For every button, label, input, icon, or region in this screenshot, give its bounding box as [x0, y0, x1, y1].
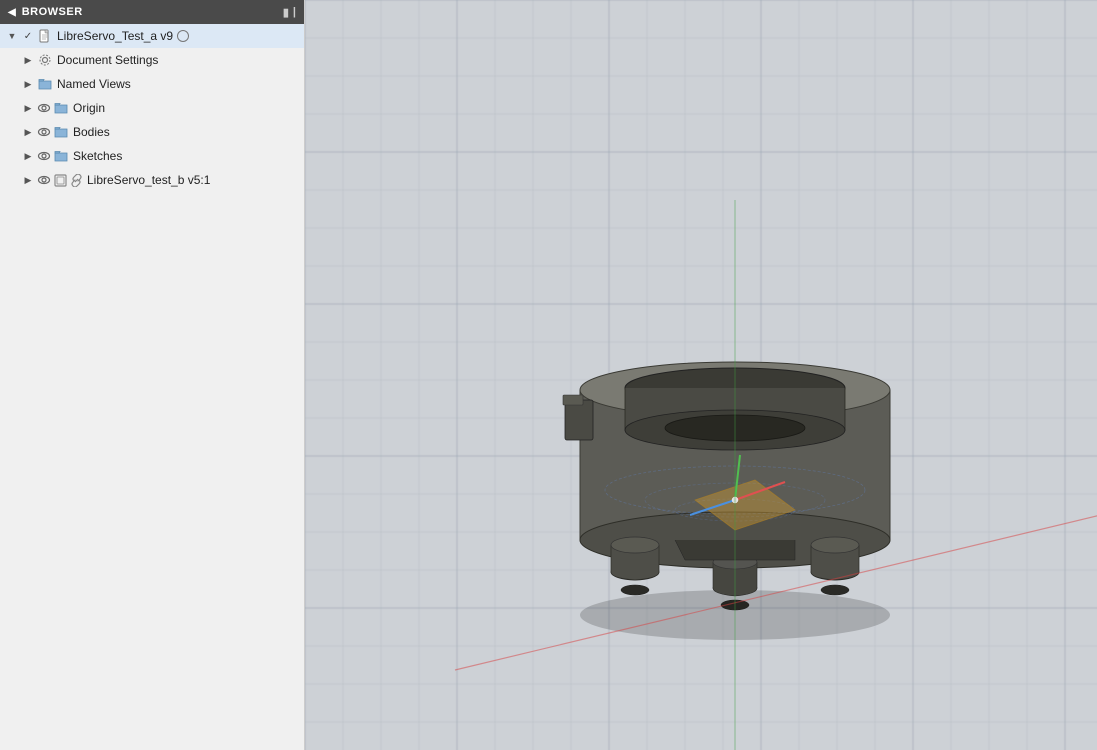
- expand-arrow-sketches[interactable]: [20, 148, 36, 164]
- scene-svg: [305, 0, 1097, 750]
- browser-label: BROWSER: [22, 6, 83, 18]
- circle-icon: [177, 30, 189, 42]
- expand-arrow-root[interactable]: [4, 28, 20, 44]
- expand-arrow-doc[interactable]: [20, 52, 36, 68]
- file-icon: [36, 28, 54, 44]
- sidebar: ◀ BROWSER ▮ | ✓ LibreServo_Test_a v9: [0, 0, 305, 750]
- expand-arrow-bodies[interactable]: [20, 124, 36, 140]
- side-notch-left: [565, 400, 593, 440]
- named-views-folder-icon: [36, 76, 54, 92]
- libreservo-b-label: LibreServo_test_b v5:1: [87, 173, 210, 187]
- tree-item-bodies[interactable]: Bodies: [0, 120, 304, 144]
- expand-arrow-libreservo-b[interactable]: [20, 172, 36, 188]
- bodies-label: Bodies: [73, 125, 110, 139]
- expand-arrow-named-views[interactable]: [20, 76, 36, 92]
- tree-item-origin[interactable]: Origin: [0, 96, 304, 120]
- eye-icon-libreservo-b[interactable]: [36, 172, 52, 188]
- tree-item-root[interactable]: ✓ LibreServo_Test_a v9: [0, 24, 304, 48]
- tree-item-sketches[interactable]: Sketches: [0, 144, 304, 168]
- bodies-folder-icon: [52, 124, 70, 140]
- sidebar-pin-icon[interactable]: ▮: [283, 6, 289, 19]
- sidebar-expand-icon[interactable]: |: [293, 6, 296, 18]
- origin-folder-icon: [52, 100, 70, 116]
- eye-icon-origin[interactable]: [36, 100, 52, 116]
- foot-1-top: [611, 537, 659, 553]
- small-foot-2: [821, 585, 849, 595]
- named-views-label: Named Views: [57, 77, 131, 91]
- viewport[interactable]: // Draw grid on canvas const canvas = do…: [305, 0, 1097, 750]
- small-foot-1: [621, 585, 649, 595]
- tree-item-named-views[interactable]: Named Views: [0, 72, 304, 96]
- sketches-folder-icon: [52, 148, 70, 164]
- gear-icon: [36, 52, 54, 68]
- sketches-label: Sketches: [73, 149, 122, 163]
- root-label: LibreServo_Test_a v9: [57, 29, 173, 43]
- expand-arrow-origin[interactable]: [20, 100, 36, 116]
- tree-item-document-settings[interactable]: Document Settings: [0, 48, 304, 72]
- check-icon: ✓: [20, 28, 36, 44]
- component-icon: [52, 172, 68, 188]
- link-icon: [68, 172, 84, 188]
- doc-settings-label: Document Settings: [57, 53, 158, 67]
- sidebar-collapse-icon[interactable]: ◀: [8, 7, 16, 18]
- eye-icon-sketches[interactable]: [36, 148, 52, 164]
- origin-label: Origin: [73, 101, 105, 115]
- foot-2-top: [811, 537, 859, 553]
- side-notch-top: [563, 395, 583, 405]
- tree-item-libreservo-b[interactable]: LibreServo_test_b v5:1: [0, 168, 304, 192]
- sidebar-header: ◀ BROWSER ▮ |: [0, 0, 304, 24]
- eye-icon-bodies[interactable]: [36, 124, 52, 140]
